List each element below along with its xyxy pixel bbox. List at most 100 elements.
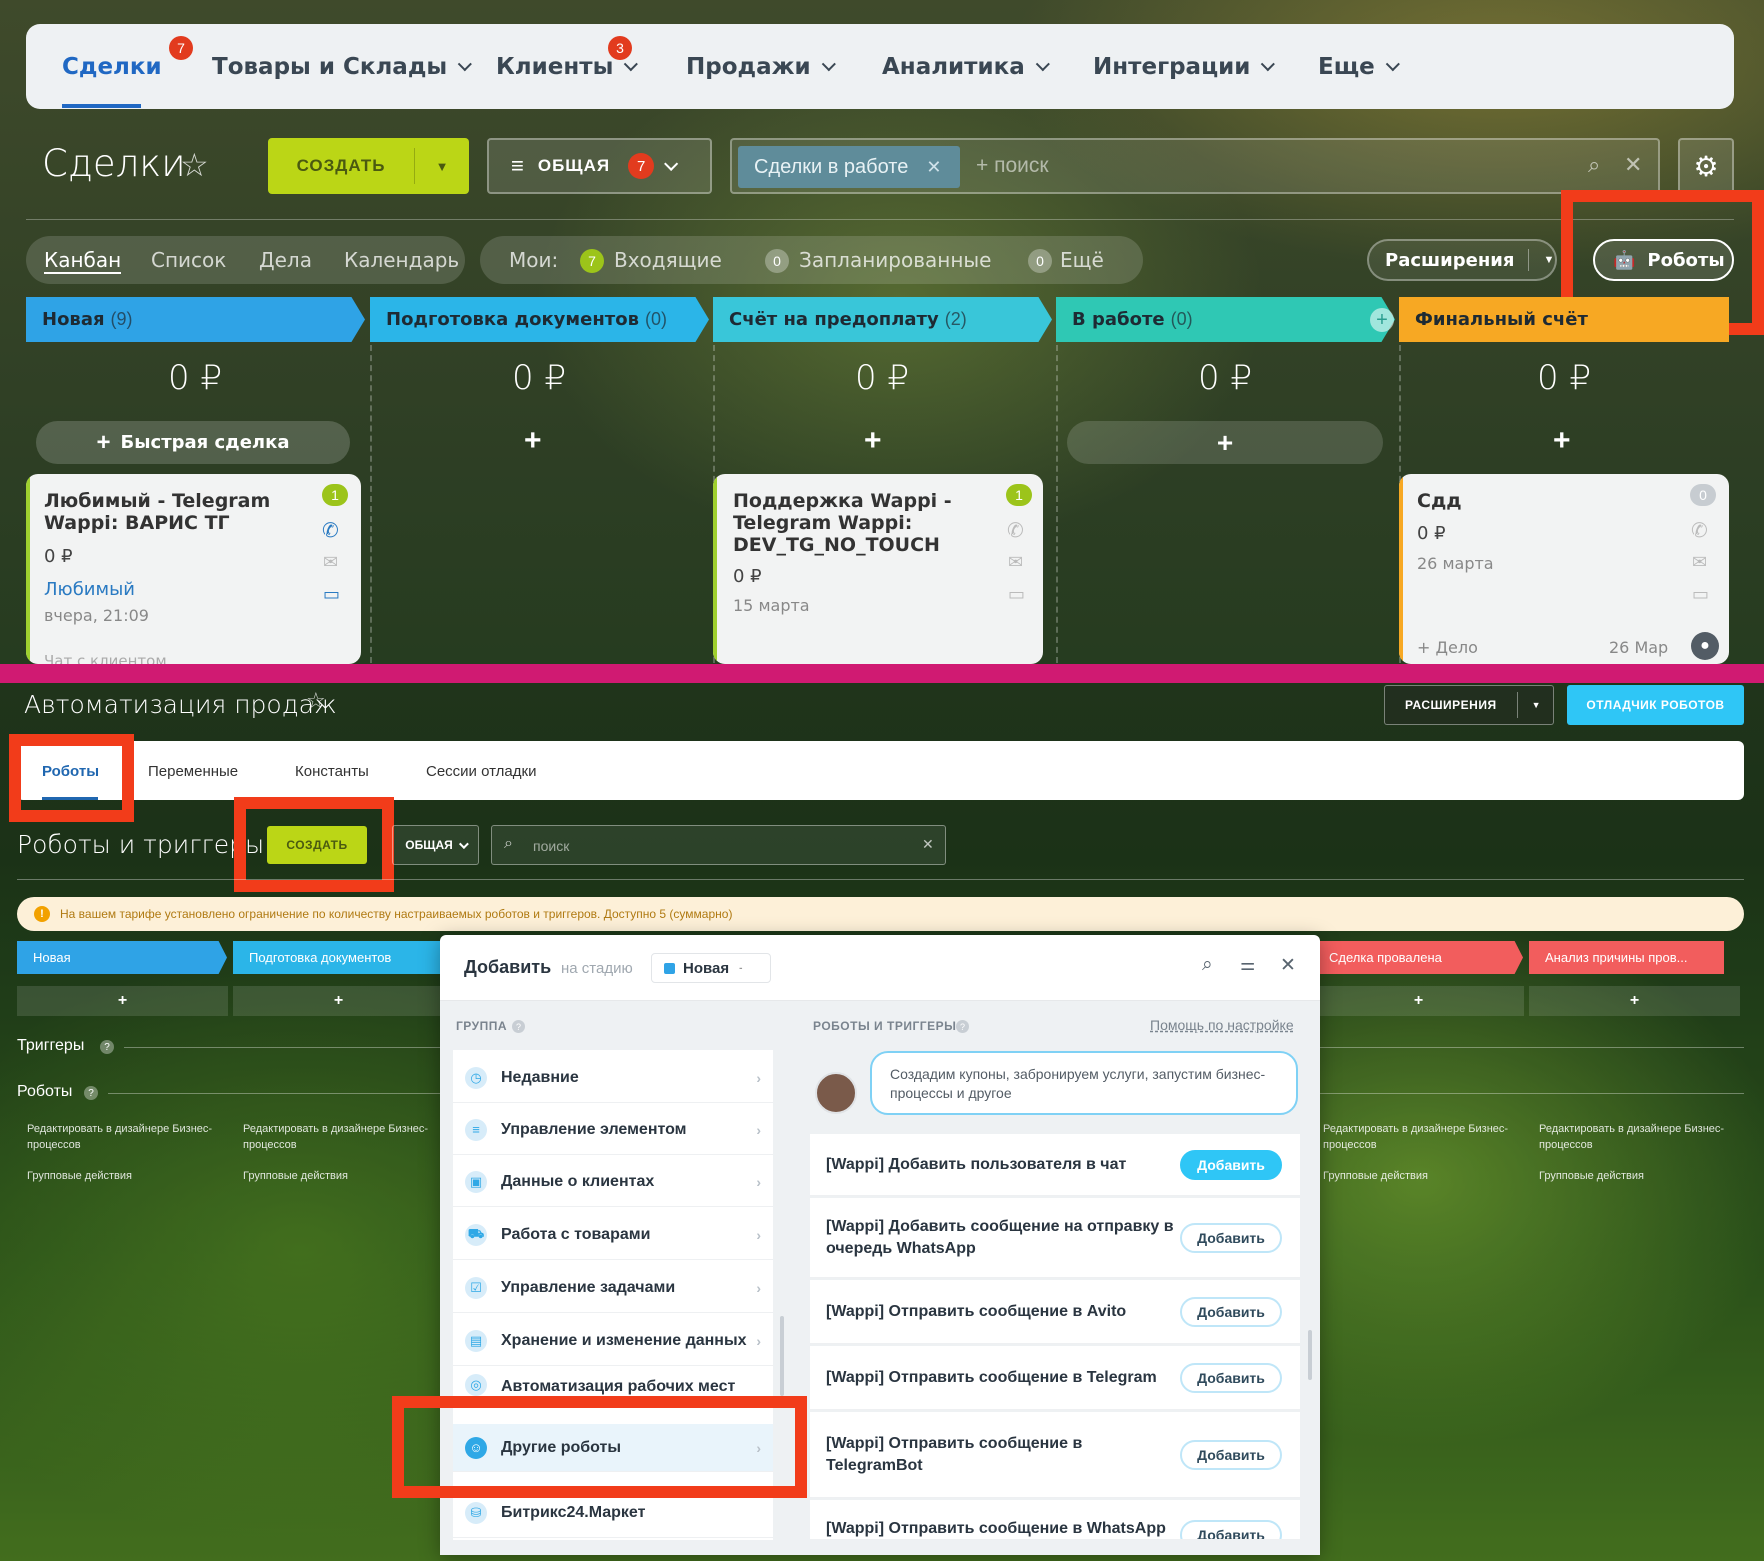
add-deal-icon[interactable]: +	[864, 424, 882, 458]
star-icon[interactable]: ☆	[306, 688, 326, 714]
add-deal-icon[interactable]: +	[1553, 424, 1571, 458]
mail-icon[interactable]: ✉	[323, 552, 338, 573]
card-client[interactable]: Любимый	[44, 579, 135, 600]
deal-card[interactable]: Сдд 0 0 ₽ 26 марта + Дело 26 Мар ● ✆ ✉ ▭	[1399, 474, 1729, 664]
settings-sliders-icon[interactable]: ⚌	[1240, 955, 1255, 975]
nav-item-deals[interactable]: Сделки 7	[62, 24, 193, 109]
edit-in-designer-link[interactable]: Редактировать в дизайнере Бизнес-процесс…	[1539, 1121, 1729, 1153]
card-title[interactable]: Любимый - Telegram Wappi: ВАРИС ТГ	[44, 490, 314, 534]
robot-search-input[interactable]: ⌕ поиск ✕	[491, 825, 946, 865]
close-icon[interactable]: ✕	[926, 157, 941, 178]
nav-item-clients[interactable]: Клиенты 3	[496, 24, 639, 109]
nav-item-products[interactable]: Товары и Склады	[212, 24, 473, 109]
close-icon[interactable]: ✕	[1280, 954, 1296, 977]
column-header-new[interactable]: Новая (9)	[26, 297, 365, 342]
view-calendar[interactable]: Календарь	[344, 248, 459, 272]
group-actions-link[interactable]: Групповые действия	[243, 1168, 348, 1184]
add-robot-button[interactable]: +	[1529, 986, 1740, 1016]
edit-in-designer-link[interactable]: Редактировать в дизайнере Бизнес-процесс…	[1323, 1121, 1513, 1153]
chat-icon[interactable]: ▭	[1692, 584, 1709, 605]
more-filter[interactable]: Ещё	[1060, 248, 1104, 272]
card-title[interactable]: Поддержка Wappi - Telegram Wappi: DEV_TG…	[733, 490, 973, 556]
group-actions-link[interactable]: Групповые действия	[27, 1168, 132, 1184]
tab-variables[interactable]: Переменные	[148, 763, 238, 780]
robot-item[interactable]: [Wappi] Добавить сообщение на отправку в…	[810, 1198, 1300, 1278]
add-deal-button[interactable]: +	[1067, 421, 1383, 464]
robot-item[interactable]: [Wappi] Добавить пользователя в чат Добав…	[810, 1134, 1300, 1196]
add-robot-button[interactable]: +	[17, 986, 228, 1016]
help-icon[interactable]: ?	[512, 1020, 525, 1033]
robot-item[interactable]: [Wappi] Отправить сообщение в TelegramBo…	[810, 1412, 1300, 1498]
column-header-invoice[interactable]: Счёт на предоплату (2)	[713, 297, 1052, 342]
filter-preset-button[interactable]: ОБЩАЯ	[392, 825, 479, 865]
robot-item[interactable]: [Wappi] Отправить сообщение в Avito Добав…	[810, 1280, 1300, 1344]
quick-deal-button[interactable]: + Быстрая сделка	[36, 421, 350, 464]
add-button[interactable]: Добавить	[1180, 1149, 1282, 1180]
help-icon[interactable]: ?	[84, 1086, 98, 1100]
view-kanban[interactable]: Канбан	[44, 248, 122, 274]
nav-item-integrations[interactable]: Интеграции	[1093, 24, 1276, 109]
group-recent[interactable]: ◷ Недавние ›	[453, 1053, 773, 1103]
nav-item-more[interactable]: Еще	[1318, 24, 1400, 109]
add-deal-icon[interactable]: +	[524, 424, 542, 458]
column-header-in-work[interactable]: В работе (0)	[1056, 297, 1395, 342]
add-button[interactable]: Добавить	[1180, 1439, 1282, 1470]
edit-in-designer-link[interactable]: Редактировать в дизайнере Бизнес-процесс…	[243, 1121, 433, 1153]
group-tasks[interactable]: ☑ Управление задачами ›	[453, 1263, 773, 1313]
mail-icon[interactable]: ✉	[1692, 552, 1707, 573]
column-header-documents[interactable]: Подготовка документов (0)	[370, 297, 709, 342]
star-icon[interactable]: ☆	[180, 146, 209, 184]
robot-item[interactable]: [Wappi] Отправить сообщение в Telegram До…	[810, 1346, 1300, 1410]
search-box[interactable]: Сделки в работе ✕ + поиск ⌕ ✕	[730, 138, 1660, 194]
phone-icon[interactable]: ✆	[1691, 518, 1708, 543]
view-list[interactable]: Список	[151, 248, 226, 272]
help-icon[interactable]: ?	[100, 1040, 114, 1054]
tab-debug-sessions[interactable]: Сессии отладки	[426, 763, 536, 780]
add-robot-button[interactable]: +	[233, 986, 444, 1016]
card-footer[interactable]: Чат с клиентом	[44, 652, 167, 664]
robot-debugger-button[interactable]: ОТЛАДЧИК РОБОТОВ	[1567, 685, 1744, 725]
tab-constants[interactable]: Константы	[295, 763, 369, 780]
add-activity-link[interactable]: + Дело	[1417, 638, 1478, 657]
robots-scrollbar[interactable]	[1308, 1330, 1312, 1380]
user-avatar-icon[interactable]: ●	[1691, 632, 1719, 660]
mail-icon[interactable]: ✉	[1008, 552, 1023, 573]
help-icon[interactable]: ?	[956, 1020, 969, 1033]
edit-in-designer-link[interactable]: Редактировать в дизайнере Бизнес-процесс…	[27, 1121, 217, 1153]
chat-icon[interactable]: ▭	[1008, 584, 1025, 605]
group-actions-link[interactable]: Групповые действия	[1323, 1168, 1428, 1184]
planned-filter[interactable]: Запланированные	[799, 248, 992, 272]
add-robot-button[interactable]: +	[1313, 986, 1524, 1016]
incoming-filter[interactable]: Входящие	[614, 248, 722, 272]
group-workplace-automation[interactable]: ◎ Автоматизация рабочих мест	[453, 1369, 773, 1397]
group-client-data[interactable]: ▣ Данные о клиентах ›	[453, 1157, 773, 1207]
deal-card[interactable]: Поддержка Wappi - Telegram Wappi: DEV_TG…	[713, 474, 1043, 664]
stage-selector[interactable]: Новая -	[651, 953, 771, 983]
chat-icon[interactable]: ▭	[323, 584, 340, 605]
card-title[interactable]: Сдд	[1417, 490, 1462, 512]
search-chip[interactable]: Сделки в работе ✕	[738, 146, 960, 188]
extensions-button[interactable]: Расширения ▼	[1367, 239, 1557, 281]
extensions-button[interactable]: РАСШИРЕНИЯ ▼	[1384, 685, 1554, 725]
nav-item-analytics[interactable]: Аналитика	[882, 24, 1050, 109]
search-icon[interactable]: ⌕	[1588, 152, 1600, 178]
search-icon[interactable]: ⌕	[1202, 954, 1213, 976]
add-column-icon[interactable]: +	[1370, 308, 1394, 332]
column-header-final-invoice[interactable]: Финальный счёт	[1399, 297, 1729, 342]
group-data-storage[interactable]: ▤ Хранение и изменение данных ›	[453, 1316, 773, 1366]
create-deal-button[interactable]: СОЗДАТЬ ▼	[268, 138, 469, 194]
caret-down-icon[interactable]: ▼	[415, 159, 469, 174]
groups-scrollbar[interactable]	[780, 1316, 784, 1396]
clear-icon[interactable]: ✕	[922, 836, 934, 853]
phone-icon[interactable]: ✆	[322, 518, 339, 543]
group-products[interactable]: ⛟ Работа с товарами ›	[453, 1210, 773, 1260]
setup-help-link[interactable]: Помощь по настройке	[1150, 1017, 1294, 1033]
filter-preset-button[interactable]: ≡ ОБЩАЯ 7	[487, 138, 712, 194]
phone-icon[interactable]: ✆	[1007, 518, 1024, 543]
add-button[interactable]: Добавить	[1180, 1296, 1282, 1327]
gear-icon[interactable]: ⚙	[1678, 138, 1734, 194]
deal-card[interactable]: Любимый - Telegram Wappi: ВАРИС ТГ 1 0 ₽…	[26, 474, 361, 664]
group-element-management[interactable]: ≡ Управление элементом ›	[453, 1105, 773, 1155]
clear-icon[interactable]: ✕	[1624, 152, 1642, 178]
group-actions-link[interactable]: Групповые действия	[1539, 1168, 1644, 1184]
